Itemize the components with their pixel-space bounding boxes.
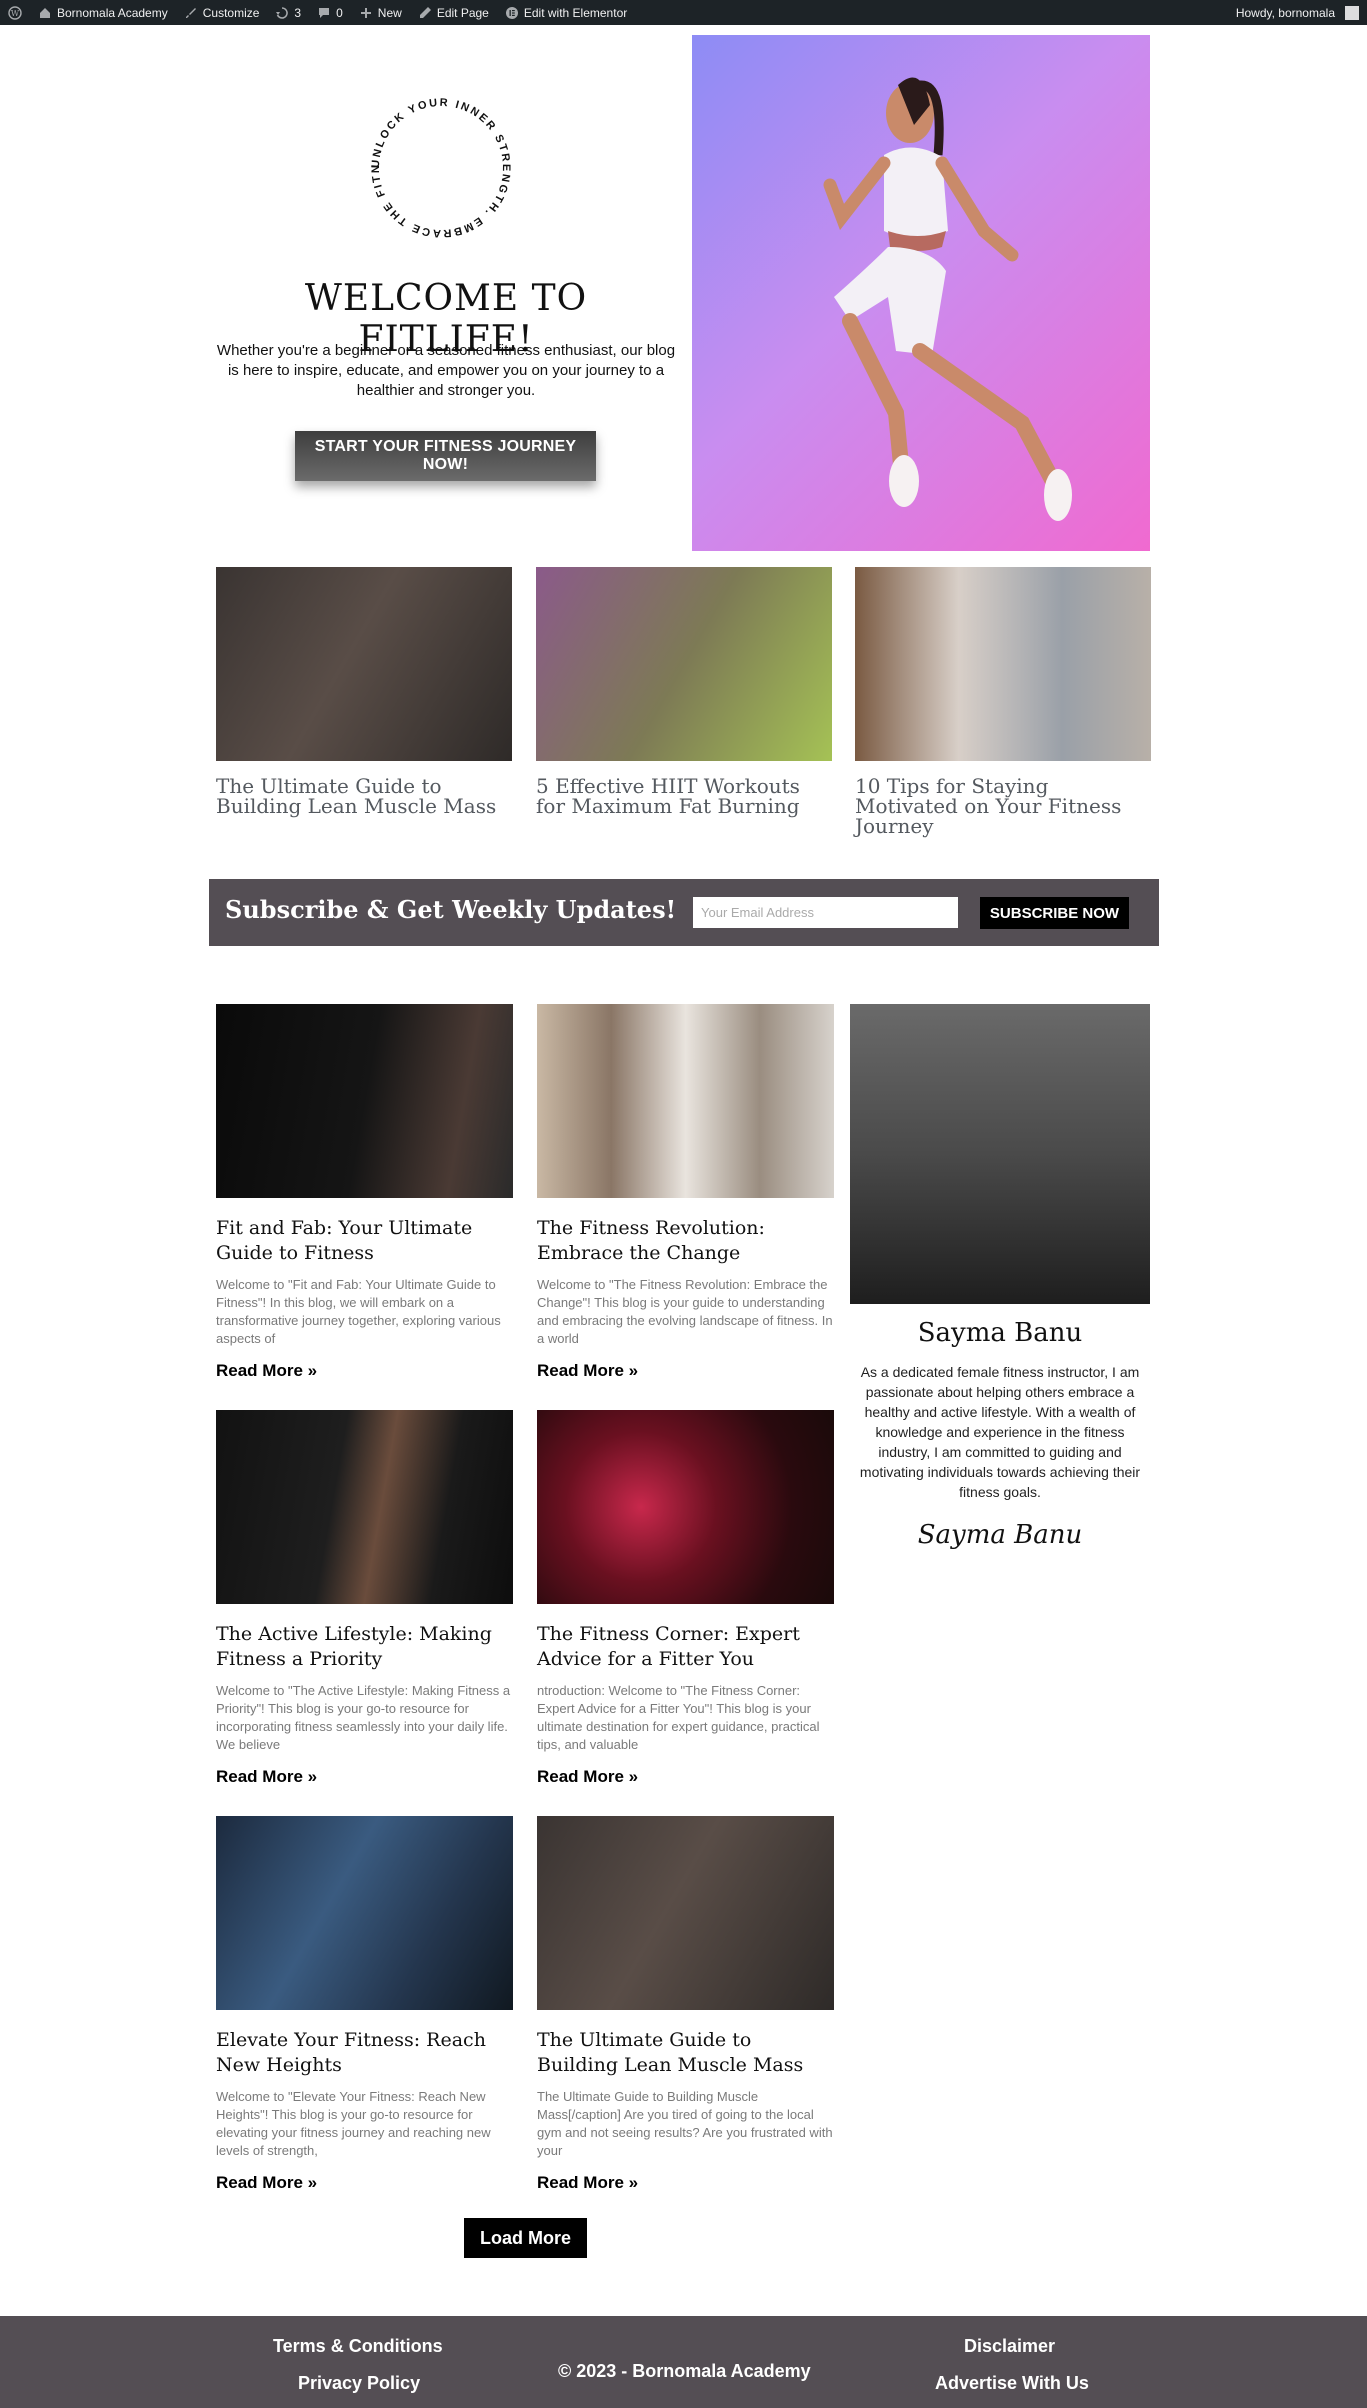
post-card: Fit and Fab: Your Ultimate Guide to Fitn…: [216, 1004, 513, 1381]
post-title[interactable]: The Fitness Revolution: Embrace the Chan…: [537, 1216, 834, 1266]
read-more-link[interactable]: Read More »: [216, 2173, 317, 2193]
updates-count: 3: [294, 5, 302, 20]
post-excerpt: Welcome to "The Active Lifestyle: Making…: [216, 1683, 511, 1752]
post-excerpt: Welcome to "Elevate Your Fitness: Reach …: [216, 2089, 491, 2158]
post-card: The Ultimate Guide to Building Lean Musc…: [537, 1816, 834, 2193]
read-more-link[interactable]: Read More »: [537, 1767, 638, 1787]
post-card: The Fitness Revolution: Embrace the Chan…: [537, 1004, 834, 1381]
subscribe-title: Subscribe & Get Weekly Updates!: [225, 895, 677, 924]
featured-post-title[interactable]: The Ultimate Guide to Building Lean Musc…: [216, 776, 512, 816]
author-bio: As a dedicated female fitness instructor…: [859, 1364, 1141, 1500]
post-title[interactable]: The Fitness Corner: Expert Advice for a …: [537, 1622, 834, 1672]
terms-link[interactable]: Terms & Conditions: [273, 2336, 443, 2357]
site-footer: Terms & Conditions Privacy Policy © 2023…: [0, 2316, 1367, 2408]
avatar: [1345, 5, 1359, 20]
email-field[interactable]: [693, 897, 958, 928]
disclaimer-link[interactable]: Disclaimer: [964, 2336, 1055, 2357]
post-card: The Active Lifestyle: Making Fitness a P…: [216, 1410, 513, 1787]
wordpress-icon: W: [8, 5, 22, 20]
featured-post-title[interactable]: 10 Tips for Staying Motivated on Your Fi…: [855, 776, 1151, 836]
start-journey-button[interactable]: START YOUR FITNESS JOURNEY NOW!: [295, 431, 596, 481]
featured-post-image[interactable]: [855, 567, 1151, 761]
site-name-label: Bornomala Academy: [57, 5, 168, 20]
author-widget: Sayma Banu As a dedicated female fitness…: [850, 1004, 1150, 1550]
post-card: The Fitness Corner: Expert Advice for a …: [537, 1410, 834, 1787]
edit-page-link[interactable]: Edit Page: [410, 0, 497, 25]
plus-icon: [360, 7, 371, 18]
updates-icon: [276, 6, 289, 19]
post-title[interactable]: The Ultimate Guide to Building Lean Musc…: [537, 2028, 834, 2078]
hero-section: UNLOCK YOUR INNER STRENGTH. EMBRACE THE …: [216, 35, 676, 555]
post-image[interactable]: [216, 1410, 513, 1604]
advertise-link[interactable]: Advertise With Us: [935, 2373, 1089, 2394]
brush-icon: [185, 7, 196, 18]
post-title[interactable]: The Active Lifestyle: Making Fitness a P…: [216, 1622, 513, 1672]
hero-runner-image: [692, 35, 1150, 551]
runner-illustration: [823, 77, 1072, 521]
subscribe-banner: Subscribe & Get Weekly Updates! SUBSCRIB…: [209, 879, 1159, 946]
copyright-text: © 2023 - Bornomala Academy: [558, 2361, 811, 2381]
comments-count: 0: [336, 5, 343, 20]
edit-elementor-link[interactable]: Edit with Elementor: [497, 0, 635, 25]
post-excerpt: Welcome to "The Fitness Revolution: Embr…: [537, 1277, 833, 1346]
read-more-link[interactable]: Read More »: [537, 2173, 638, 2193]
customize-link[interactable]: Customize: [176, 0, 268, 25]
post-image[interactable]: [537, 1410, 834, 1604]
circular-text-badge: UNLOCK YOUR INNER STRENGTH. EMBRACE THE …: [356, 83, 512, 239]
site-name-link[interactable]: Bornomala Academy: [30, 0, 176, 25]
post-image[interactable]: [216, 1816, 513, 2010]
featured-post-image[interactable]: [216, 567, 512, 761]
read-more-link[interactable]: Read More »: [537, 1361, 638, 1381]
author-photo: [850, 1004, 1150, 1304]
featured-post-image[interactable]: [536, 567, 832, 761]
comments-link[interactable]: 0: [309, 0, 351, 25]
svg-text:W: W: [11, 9, 20, 18]
post-excerpt: ntroduction: Welcome to "The Fitness Cor…: [537, 1683, 820, 1752]
featured-post-1[interactable]: The Ultimate Guide to Building Lean Musc…: [216, 567, 512, 816]
post-image[interactable]: [216, 1004, 513, 1198]
featured-post-title[interactable]: 5 Effective HIIT Workouts for Maximum Fa…: [536, 776, 832, 816]
new-content-link[interactable]: New: [351, 0, 410, 25]
post-card: Elevate Your Fitness: Reach New Heights …: [216, 1816, 513, 2193]
admin-bar: W Bornomala Academy Customize 3 0 New Ed…: [0, 0, 1367, 25]
post-image[interactable]: [537, 1004, 834, 1198]
featured-post-3[interactable]: 10 Tips for Staying Motivated on Your Fi…: [855, 567, 1151, 836]
new-label: New: [377, 5, 402, 20]
edit-elementor-label: Edit with Elementor: [523, 5, 628, 20]
subscribe-button[interactable]: SUBSCRIBE NOW: [980, 897, 1129, 929]
post-image[interactable]: [537, 1816, 834, 2010]
post-title[interactable]: Fit and Fab: Your Ultimate Guide to Fitn…: [216, 1216, 513, 1266]
post-excerpt: Welcome to "Fit and Fab: Your Ultimate G…: [216, 1277, 501, 1346]
post-excerpt: The Ultimate Guide to Building Muscle Ma…: [537, 2089, 833, 2158]
wordpress-logo-button[interactable]: W: [0, 0, 30, 25]
customize-label: Customize: [202, 5, 260, 20]
privacy-link[interactable]: Privacy Policy: [298, 2373, 420, 2394]
edit-page-label: Edit Page: [436, 5, 489, 20]
author-signature: Sayma Banu: [917, 1520, 1083, 1550]
load-more-button[interactable]: Load More: [464, 2218, 587, 2258]
account-menu[interactable]: Howdy, bornomala: [1228, 0, 1367, 25]
hero-description: Whether you're a beginner or a seasoned …: [216, 342, 676, 399]
featured-post-2[interactable]: 5 Effective HIIT Workouts for Maximum Fa…: [536, 567, 832, 816]
elementor-icon: [505, 6, 518, 19]
author-name: Sayma Banu: [917, 1318, 1083, 1348]
comment-icon: [319, 7, 330, 18]
home-icon: [40, 7, 50, 18]
howdy-label: Howdy, bornomala: [1235, 5, 1335, 20]
circular-badge-text: UNLOCK YOUR INNER STRENGTH. EMBRACE THE …: [356, 83, 512, 239]
read-more-link[interactable]: Read More »: [216, 1767, 317, 1787]
updates-link[interactable]: 3: [267, 0, 309, 25]
read-more-link[interactable]: Read More »: [216, 1361, 317, 1381]
post-title[interactable]: Elevate Your Fitness: Reach New Heights: [216, 2028, 513, 2078]
pencil-icon: [419, 6, 431, 18]
